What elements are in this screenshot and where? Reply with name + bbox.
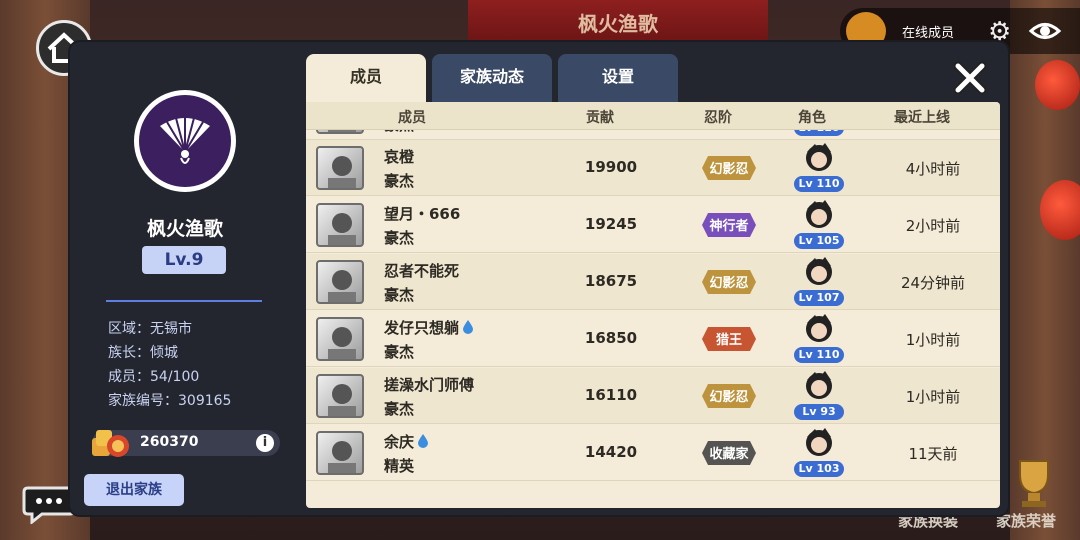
header-member: 成员 — [398, 110, 426, 126]
table-row[interactable]: 哀橙豪杰 19900 幻影忍 Lv 110 4小时前 — [306, 140, 1000, 196]
coin-stack-icon — [88, 420, 132, 460]
tab-family-news[interactable]: 家族动态 — [432, 54, 552, 104]
water-drop-icon — [418, 434, 429, 448]
table-row[interactable]: 搓澡水门师傅 豪杰 16110 幻影忍 Lv 93 1小时前 — [306, 368, 1000, 424]
contribution-value: 19900 — [584, 158, 638, 176]
member-avatar[interactable] — [316, 317, 364, 361]
family-level-badge: Lv.9 — [142, 246, 226, 274]
family-funds: 260370 i — [92, 430, 280, 457]
ninja-rank-badge: 猎王 — [698, 321, 760, 357]
info-icon[interactable]: i — [256, 434, 274, 452]
member-rank: 豪杰 — [384, 229, 415, 247]
contribution-value: 16110 — [584, 386, 638, 404]
table-header: 成员 贡献 忍阶 角色 最近上线 — [306, 102, 1000, 130]
character-level-tag: Lv 107 — [794, 290, 844, 306]
table-row[interactable]: 望月・666 豪杰 19245 神行者 Lv 105 2小时前 — [306, 197, 1000, 253]
tab-settings[interactable]: 设置 — [558, 54, 678, 104]
table-row[interactable]: 忍者不能死豪杰 18675 幻影忍 Lv 107 24分钟前 — [306, 254, 1000, 310]
member-name: 望月・666 — [384, 205, 461, 223]
member-avatar[interactable] — [316, 203, 364, 247]
family-name: 枫火渔歌 — [146, 218, 223, 240]
last-online-time: 4小时前 — [905, 160, 961, 178]
character-level-tag: Lv 103 — [794, 461, 844, 477]
member-name: 忍者不能死 — [384, 262, 460, 280]
online-members-label: 在线成员 — [902, 26, 955, 41]
eye-icon[interactable] — [1028, 16, 1062, 46]
svg-text:收藏家: 收藏家 — [709, 446, 749, 462]
ninja-rank-badge: 幻影忍 — [698, 150, 760, 186]
character-icon — [801, 313, 837, 345]
member-table[interactable]: 成员 贡献 忍阶 角色 最近上线 豪杰23380幻影忍Lv 1103小时前哀橙豪… — [306, 102, 1000, 508]
member-name: 余庆 — [384, 431, 429, 452]
member-name: 发仔只想躺 — [384, 317, 474, 338]
water-drop-icon — [463, 320, 474, 334]
svg-text:幻影忍: 幻影忍 — [709, 275, 748, 291]
family-panel: 枫火渔歌 Lv.9 区域：无锡市 族长：倾城 成员：54/100 家族编号：30… — [70, 42, 1008, 515]
header-rank: 忍阶 — [704, 110, 732, 126]
svg-text:幻影忍: 幻影忍 — [709, 389, 748, 405]
character-icon — [801, 256, 837, 288]
character-level-tag: Lv 93 — [794, 404, 844, 420]
header-last-online: 最近上线 — [894, 110, 950, 126]
character-icon — [801, 427, 837, 459]
character-level-tag: Lv 105 — [794, 233, 844, 249]
ninja-rank-badge: 收藏家 — [698, 435, 760, 471]
member-name: 哀橙 — [384, 148, 415, 166]
tab-members[interactable]: 成员 — [306, 54, 426, 104]
ninja-rank-badge: 神行者 — [698, 207, 760, 243]
member-avatar[interactable] — [316, 146, 364, 190]
table-row[interactable]: 发仔只想躺豪杰 16850 猎王 Lv 110 1小时前 — [306, 311, 1000, 367]
last-online-time: 2小时前 — [905, 217, 961, 235]
table-row[interactable]: 余庆精英 14420 收藏家 Lv 103 11天前 — [306, 425, 1000, 481]
member-count-text: 成员：54/100 — [108, 369, 200, 385]
family-honor-label[interactable]: 家族荣誉 — [996, 510, 1056, 531]
header-role: 角色 — [798, 110, 826, 126]
ninja-rank-badge: 幻影忍 — [698, 264, 760, 300]
region-text: 区域：无锡市 — [108, 321, 192, 337]
contribution-value: 14420 — [584, 443, 638, 461]
character-icon — [801, 142, 837, 174]
member-avatar[interactable] — [316, 431, 364, 475]
fan-icon — [160, 117, 210, 164]
last-online-time: 24分钟前 — [900, 274, 966, 292]
family-id-text: 家族编号：309165 — [108, 393, 232, 409]
member-rank: 豪杰 — [384, 172, 415, 190]
member-rank: 豪杰 — [384, 400, 415, 418]
ninja-rank-badge: 幻影忍 — [698, 378, 760, 414]
svg-text:幻影忍: 幻影忍 — [709, 161, 748, 177]
banner-title: 枫火渔歌 — [578, 12, 658, 36]
exit-family-button[interactable]: 退出家族 — [84, 474, 184, 506]
last-online-time: 11天前 — [908, 445, 958, 463]
svg-text:神行者: 神行者 — [709, 218, 748, 234]
chat-icon[interactable] — [22, 484, 76, 526]
member-rank: 豪杰 — [384, 343, 415, 361]
contribution-value: 18675 — [584, 272, 638, 290]
family-profile: 枫火渔歌 Lv.9 区域：无锡市 族长：倾城 成员：54/100 家族编号：30… — [70, 42, 300, 515]
trophy-icon[interactable] — [1004, 455, 1064, 510]
contribution-value: 16850 — [584, 329, 638, 347]
member-rank: 精英 — [384, 457, 415, 475]
contribution-value: 19245 — [584, 215, 638, 233]
svg-text:猎王: 猎王 — [716, 332, 742, 348]
leader-text: 族长：倾城 — [108, 345, 178, 361]
character-level-tag: Lv 110 — [794, 176, 844, 192]
member-rank: 豪杰 — [384, 286, 415, 304]
divider — [106, 300, 262, 302]
lantern — [1035, 60, 1080, 110]
family-emblem — [134, 90, 236, 192]
member-name: 搓澡水门师傅 — [384, 376, 475, 394]
funds-value: 260370 — [140, 434, 199, 450]
header-contribution: 贡献 — [586, 110, 614, 126]
last-online-time: 1小时前 — [905, 331, 961, 349]
last-online-time: 1小时前 — [905, 388, 961, 406]
character-icon — [801, 199, 837, 231]
character-level-tag: Lv 110 — [794, 347, 844, 363]
top-banner: 枫火渔歌 — [468, 0, 768, 46]
close-icon[interactable] — [948, 56, 992, 100]
member-avatar[interactable] — [316, 374, 364, 418]
member-avatar[interactable] — [316, 260, 364, 304]
character-icon — [801, 370, 837, 402]
